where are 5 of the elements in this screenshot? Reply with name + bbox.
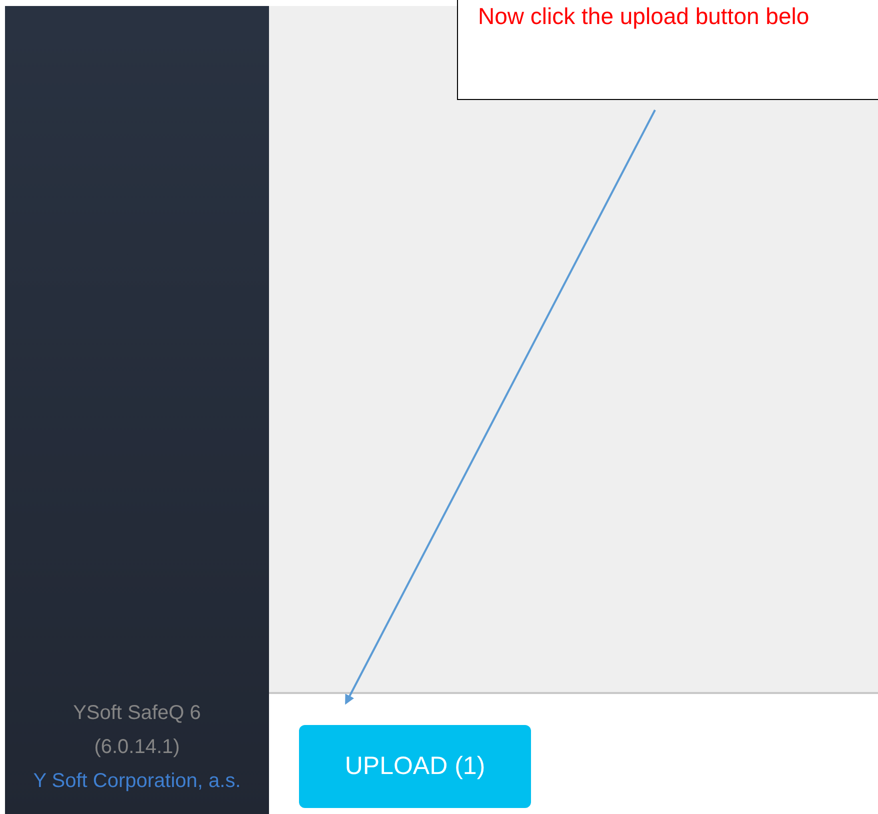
product-name: YSoft SafeQ 6 [73, 701, 201, 726]
company-link[interactable]: Y Soft Corporation, a.s. [33, 764, 241, 798]
upload-button[interactable]: UPLOAD (1) [299, 725, 531, 808]
callout-text: Now click the upload button belo [478, 3, 810, 29]
version-text: (6.0.14.1) [94, 735, 180, 760]
